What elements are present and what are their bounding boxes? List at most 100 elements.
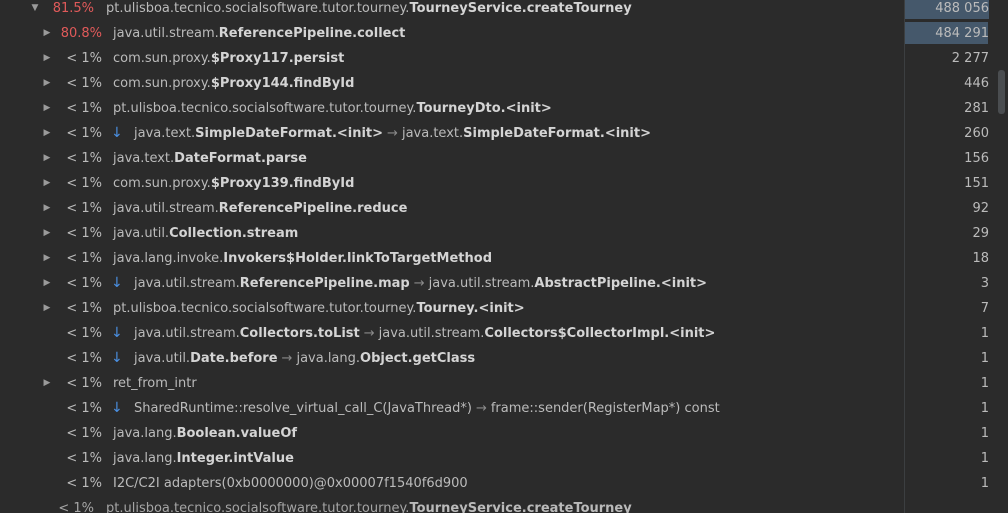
method-label: ReferencePipeline.map: [239, 276, 410, 291]
vertical-scrollbar[interactable]: [996, 0, 1008, 513]
package-name: java.util.stream.: [134, 326, 240, 341]
percent-label: < 1%: [66, 401, 102, 416]
package-name: java.text.: [113, 151, 175, 166]
percent-label: < 1%: [58, 501, 94, 513]
arrow-right-icon: →: [387, 126, 398, 141]
package-name: com.sun.proxy.: [113, 176, 211, 191]
percent-label: < 1%: [66, 301, 102, 316]
package-name: SharedRuntime::resolve_virtual_call_C(Ja…: [134, 401, 472, 416]
method-label: TourneyDto.<init>: [416, 101, 552, 116]
arrow-down-icon: ↓: [111, 325, 123, 341]
package-name: pt.ulisboa.tecnico.socialsoftware.tutor.…: [113, 301, 417, 316]
percent-label: 81.5%: [52, 1, 94, 16]
table-row[interactable]: ▶ < 1% java.util.Collection.stream 29: [0, 221, 996, 246]
method-label: SimpleDateFormat.<init>: [195, 126, 384, 141]
package-name: java.util.stream.: [113, 26, 219, 41]
table-row[interactable]: < 1% ↓ java.util.stream.Collectors.toList →…: [0, 321, 996, 346]
method-label: DateFormat.parse: [174, 151, 307, 166]
method-name: java.text.SimpleDateFormat.<init> → java.t…: [134, 121, 651, 146]
package-name: pt.ulisboa.tecnico.socialsoftware.tutor.…: [106, 1, 410, 16]
callee-package: frame::sender(RegisterMap*) const: [490, 401, 720, 416]
package-name: ret_from_intr: [113, 376, 197, 391]
method-name: com.sun.proxy.$Proxy139.findById: [113, 171, 354, 196]
table-row[interactable]: ▶ < 1% com.sun.proxy.$Proxy117.persist 2 27…: [0, 46, 996, 71]
callee-method: Collectors$CollectorImpl.<init>: [484, 326, 716, 341]
method-name: java.util.stream.ReferencePipeline.colle…: [113, 21, 405, 46]
method-name: java.util.Collection.stream: [113, 221, 298, 246]
call-tree[interactable]: ▼ 81.5% pt.ulisboa.tecnico.socialsoftware.…: [0, 0, 996, 513]
method-label: $Proxy144.findById: [210, 76, 355, 91]
percent-label: < 1%: [66, 151, 102, 166]
method-name: java.text.DateFormat.parse: [113, 146, 307, 171]
arrow-down-icon: ↓: [111, 350, 123, 366]
method-name: java.lang.Boolean.valueOf: [113, 421, 297, 446]
method-label: TourneyService.createTourney: [409, 501, 632, 513]
method-label: Collectors.toList: [239, 326, 360, 341]
table-row[interactable]: < 1% ↓ SharedRuntime::resolve_virtual_call…: [0, 396, 996, 421]
method-name: java.util.Date.before → java.lang.Object.g…: [134, 346, 475, 371]
package-name: com.sun.proxy.: [113, 76, 211, 91]
package-name: java.lang.invoke.: [113, 251, 224, 266]
percent-label: < 1%: [66, 326, 102, 341]
method-label: $Proxy139.findById: [210, 176, 355, 191]
method-name: pt.ulisboa.tecnico.socialsoftware.tutor.…: [113, 296, 525, 321]
percent-label: < 1%: [66, 201, 102, 216]
method-name: java.util.stream.ReferencePipeline.map → j…: [134, 271, 707, 296]
callee-package: java.text.: [401, 126, 464, 141]
method-name: java.util.stream.Collectors.toList → java.…: [134, 321, 715, 346]
table-row[interactable]: ▶ < 1% ↓ java.util.stream.ReferencePipeline…: [0, 271, 996, 296]
method-label: Tourney.<init>: [416, 301, 525, 316]
table-row[interactable]: ▶ < 1% ↓ java.text.SimpleDateFormat.<init> →…: [0, 121, 996, 146]
table-row[interactable]: ▼ 81.5% pt.ulisboa.tecnico.socialsoftware.…: [0, 0, 996, 21]
method-label: Boolean.valueOf: [176, 426, 298, 441]
table-row[interactable]: < 1% java.lang.Integer.intValue 1: [0, 446, 996, 471]
table-row[interactable]: ▶ < 1% com.sun.proxy.$Proxy139.findById 151: [0, 171, 996, 196]
percent-label: < 1%: [66, 101, 102, 116]
method-name: pt.ulisboa.tecnico.socialsoftware.tutor.…: [106, 496, 632, 513]
method-name: com.sun.proxy.$Proxy144.findById: [113, 71, 354, 96]
method-label: $Proxy117.persist: [210, 51, 345, 66]
method-name: ret_from_intr: [113, 371, 197, 396]
scrollbar-thumb[interactable]: [998, 70, 1005, 114]
callee-package: java.lang.: [296, 351, 361, 366]
table-row[interactable]: < 1% ↓ java.util.Date.before → java.lang.Obj…: [0, 346, 996, 371]
arrow-right-icon: →: [281, 351, 293, 366]
package-name: java.util.stream.: [113, 201, 219, 216]
method-label: Date.before: [190, 351, 278, 366]
package-name: java.util.: [113, 226, 170, 241]
table-row[interactable]: < 1% pt.ulisboa.tecnico.socialsoftware.tu…: [0, 496, 996, 513]
method-name: java.lang.Integer.intValue: [113, 446, 294, 471]
method-name: pt.ulisboa.tecnico.socialsoftware.tutor.…: [106, 0, 632, 21]
percent-label: < 1%: [66, 51, 102, 66]
table-row[interactable]: ▶ < 1% pt.ulisboa.tecnico.socialsoftware.t…: [0, 296, 996, 321]
method-name: java.util.stream.ReferencePipeline.reduc…: [113, 196, 407, 221]
percent-label: < 1%: [66, 276, 102, 291]
table-row[interactable]: ▶ < 1% java.text.DateFormat.parse 156: [0, 146, 996, 171]
table-row[interactable]: ▶ < 1% java.util.stream.ReferencePipeline.…: [0, 196, 996, 221]
arrow-down-icon: ↓: [111, 275, 123, 291]
table-row[interactable]: < 1% java.lang.Boolean.valueOf 1: [0, 421, 996, 446]
package-name: java.util.stream.: [134, 276, 240, 291]
callee-method: AbstractPipeline.<init>: [534, 276, 708, 291]
table-row[interactable]: ▶ < 1% com.sun.proxy.$Proxy144.findById 446: [0, 71, 996, 96]
table-row[interactable]: ▶ < 1% pt.ulisboa.tecnico.socialsoftware.t…: [0, 96, 996, 121]
package-name: pt.ulisboa.tecnico.socialsoftware.tutor.…: [113, 101, 417, 116]
method-label: TourneyService.createTourney: [409, 1, 632, 16]
table-row[interactable]: ▶ < 1% ret_from_intr 1: [0, 371, 996, 396]
percent-label: < 1%: [66, 126, 102, 141]
callee-package: java.util.stream.: [428, 276, 535, 291]
table-row[interactable]: ▶ < 1% java.lang.invoke.Invokers$Holder.li…: [0, 246, 996, 271]
table-row[interactable]: ▶ 80.8% java.util.stream.ReferencePipeline…: [0, 21, 996, 46]
method-name: SharedRuntime::resolve_virtual_call_C(Ja…: [134, 396, 720, 421]
callee-package: java.util.stream.: [378, 326, 485, 341]
package-name: com.sun.proxy.: [113, 51, 211, 66]
package-name: java.util.: [134, 351, 191, 366]
percent-label: < 1%: [66, 176, 102, 191]
package-name: java.lang.: [113, 451, 177, 466]
package-name: java.text.: [134, 126, 196, 141]
percent-label: < 1%: [66, 451, 102, 466]
percent-label: < 1%: [66, 351, 102, 366]
method-name: I2C/C2I adapters(0xb0000000)@0x00007f154…: [113, 471, 468, 496]
table-row[interactable]: < 1% I2C/C2I adapters(0xb0000000)@0x00007…: [0, 471, 996, 496]
percent-label: < 1%: [66, 226, 102, 241]
